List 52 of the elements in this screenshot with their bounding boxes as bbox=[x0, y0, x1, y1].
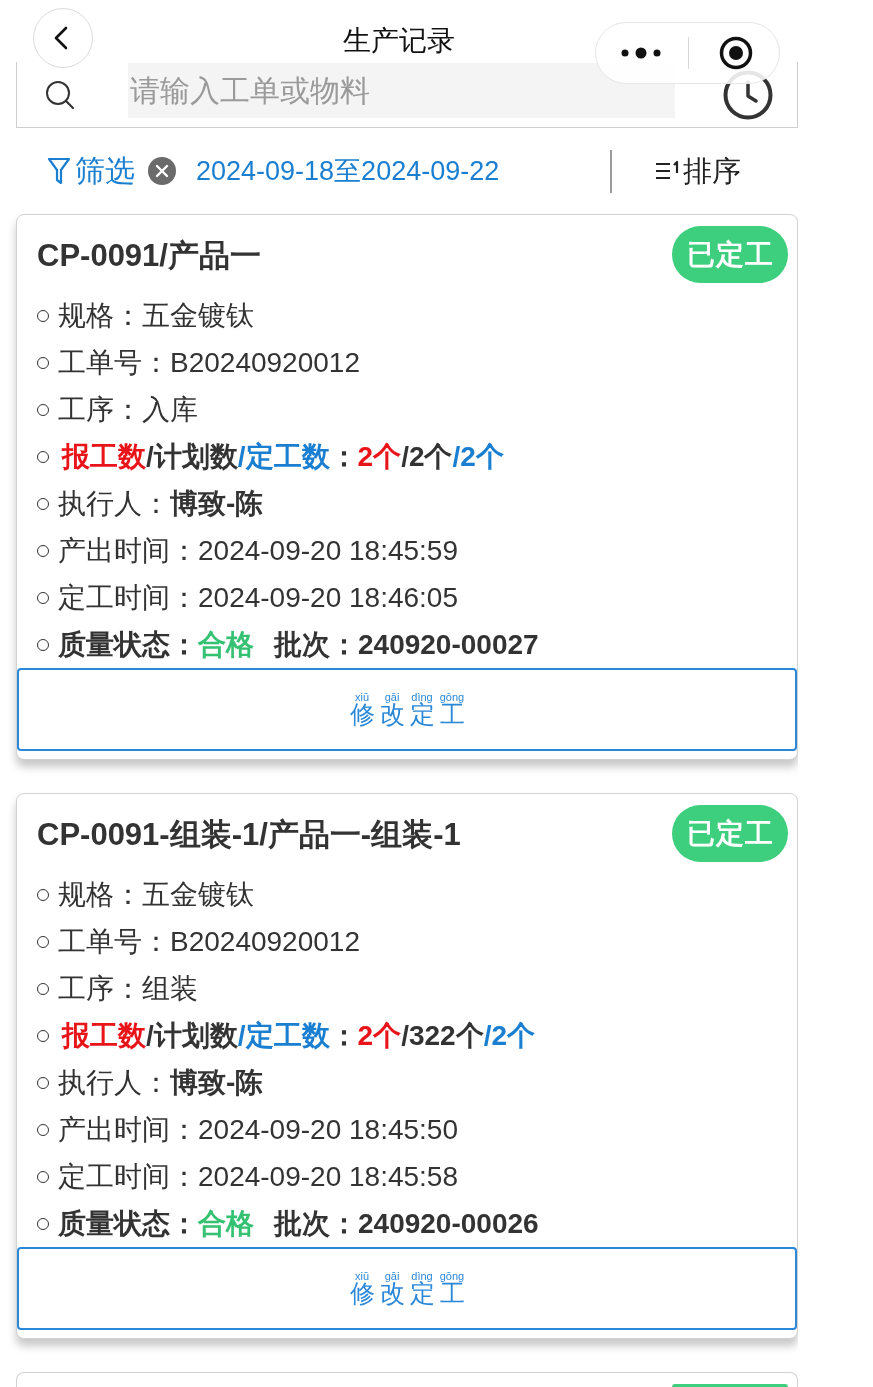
field-label: 规格： bbox=[58, 877, 142, 912]
quality-label: 质量状态： bbox=[58, 1206, 198, 1241]
page-title: 生产记录 bbox=[343, 24, 455, 58]
batch-label: 批次： bbox=[274, 1206, 358, 1241]
field-value: B20240920012 bbox=[170, 345, 360, 380]
filter-button[interactable]: 筛选 bbox=[47, 153, 135, 189]
field-value: 五金镀钛 bbox=[142, 298, 254, 333]
field-label: 执行人： bbox=[58, 486, 170, 521]
field-label: 工单号： bbox=[58, 924, 170, 959]
search-field[interactable]: 请输入工单或物料 bbox=[128, 63, 675, 118]
more-icon[interactable] bbox=[621, 47, 661, 59]
batch-value: 240920-00027 bbox=[358, 627, 539, 662]
field-value: 2024-09-20 18:45:58 bbox=[198, 1159, 458, 1194]
field-value: 2024-09-20 18:45:59 bbox=[198, 533, 458, 568]
sort-button[interactable]: 排序 bbox=[655, 153, 741, 189]
field-label: 工序： bbox=[58, 971, 142, 1006]
edit-fixed-button[interactable]: 修 xiū 改 gāi 定 dìng 工 gōng bbox=[17, 1247, 797, 1330]
count-summary: 报工数/计划数/定工数：2个/322个/2个 bbox=[62, 1018, 535, 1053]
person-name: 博致-陈 bbox=[170, 1065, 264, 1100]
clear-icon[interactable] bbox=[148, 157, 176, 185]
date-range[interactable]: 2024-09-18至2024-09-22 bbox=[196, 154, 500, 188]
chevron-left-icon bbox=[54, 26, 68, 50]
batch-value: 240920-00026 bbox=[358, 1206, 539, 1241]
field-value: 入库 bbox=[142, 392, 198, 427]
edit-fixed-button[interactable]: 修 xiū 改 gāi 定 dìng 工 gōng bbox=[17, 668, 797, 751]
search-icon[interactable] bbox=[45, 79, 75, 110]
field-label: 工单号： bbox=[58, 345, 170, 380]
field-value: 五金镀钛 bbox=[142, 877, 254, 912]
quality-value: 合格 bbox=[198, 1206, 254, 1241]
field-label: 定工时间： bbox=[58, 1159, 198, 1194]
sort-icon bbox=[655, 160, 681, 182]
field-label: 规格： bbox=[58, 298, 142, 333]
quality-label: 质量状态： bbox=[58, 627, 198, 662]
status-badge: 已定工 bbox=[672, 226, 788, 283]
target-icon[interactable] bbox=[719, 36, 753, 70]
field-value: 2024-09-20 18:45:50 bbox=[198, 1112, 458, 1147]
card-title: CP-0091/产品一 bbox=[37, 238, 261, 274]
quality-value: 合格 bbox=[198, 627, 254, 662]
field-label: 产出时间： bbox=[58, 533, 198, 568]
field-label: 执行人： bbox=[58, 1065, 170, 1100]
field-value: 组装 bbox=[142, 971, 198, 1006]
field-label: 产出时间： bbox=[58, 1112, 198, 1147]
batch-label: 批次： bbox=[274, 627, 358, 662]
person-name: 博致-陈 bbox=[170, 486, 264, 521]
status-badge: 已定工 bbox=[672, 805, 788, 862]
field-label: 工序： bbox=[58, 392, 142, 427]
field-value: 2024-09-20 18:46:05 bbox=[198, 580, 458, 615]
card-title: CP-0091-组装-1/产品一-组装-1 bbox=[37, 817, 461, 853]
count-summary: 报工数/计划数/定工数：2个/2个/2个 bbox=[62, 439, 504, 474]
funnel-icon bbox=[47, 157, 71, 185]
field-label: 定工时间： bbox=[58, 580, 198, 615]
field-value: B20240920012 bbox=[170, 924, 360, 959]
